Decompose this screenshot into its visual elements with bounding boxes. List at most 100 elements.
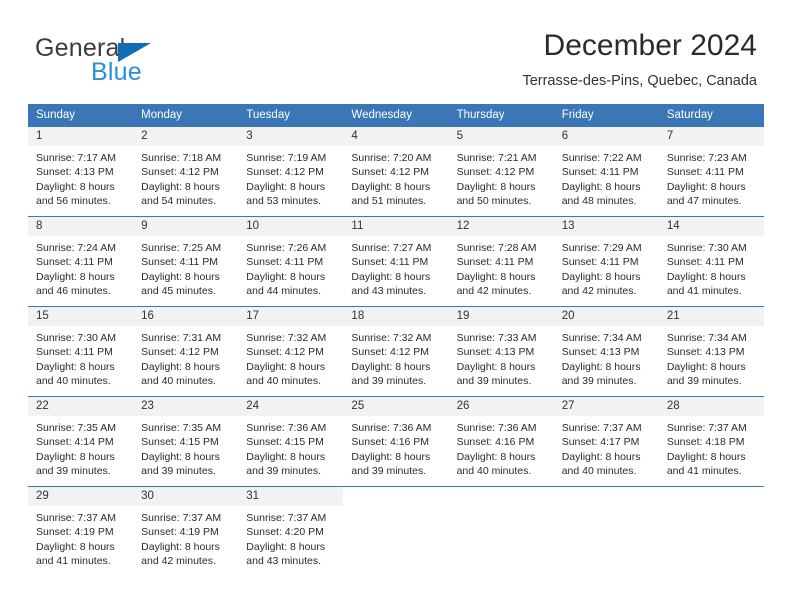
day-cell[interactable]: 27 Sunrise: 7:37 AM Sunset: 4:17 PM Dayl… — [553, 395, 659, 486]
daylight-text-line1: Daylight: 8 hours — [141, 180, 220, 193]
day-cell[interactable]: 2 Sunrise: 7:18 AM Sunset: 4:12 PM Dayli… — [133, 125, 239, 216]
day-cell[interactable]: 21 Sunrise: 7:34 AM Sunset: 4:13 PM Dayl… — [658, 305, 764, 396]
day-cell[interactable]: 8 Sunrise: 7:24 AM Sunset: 4:11 PM Dayli… — [28, 215, 134, 306]
daylight-text-line1: Daylight: 8 hours — [141, 270, 220, 283]
day-details: Sunrise: 7:25 AM Sunset: 4:11 PM Dayligh… — [133, 236, 238, 299]
general-blue-logo[interactable]: General Blue — [35, 34, 245, 90]
sunrise-text: Sunrise: 7:37 AM — [141, 511, 222, 524]
day-cell-empty — [448, 485, 554, 576]
sunrise-text: Sunrise: 7:22 AM — [561, 151, 642, 164]
sunset-text: Sunset: 4:19 PM — [141, 526, 219, 538]
sunrise-text: Sunrise: 7:24 AM — [36, 241, 116, 254]
day-cell[interactable]: 12 Sunrise: 7:28 AM Sunset: 4:11 PM Dayl… — [448, 215, 554, 306]
sunset-text: Sunset: 4:16 PM — [456, 436, 535, 448]
day-number: 21 — [658, 306, 764, 326]
sunset-text: Sunset: 4:12 PM — [141, 346, 219, 358]
daylight-text-line1: Daylight: 8 hours — [456, 180, 536, 193]
masthead: General Blue December 2024 Terrasse-des-… — [0, 0, 792, 100]
sunrise-text: Sunrise: 7:30 AM — [36, 331, 116, 344]
day-cell[interactable]: 31 Sunrise: 7:37 AM Sunset: 4:20 PM Dayl… — [238, 485, 344, 576]
sunrise-text: Sunrise: 7:35 AM — [36, 421, 116, 434]
day-details: Sunrise: 7:19 AM Sunset: 4:12 PM Dayligh… — [238, 146, 343, 209]
day-cell[interactable]: 19 Sunrise: 7:33 AM Sunset: 4:13 PM Dayl… — [448, 305, 554, 396]
sunset-text: Sunset: 4:15 PM — [141, 436, 219, 448]
day-cell[interactable]: 17 Sunrise: 7:32 AM Sunset: 4:12 PM Dayl… — [238, 305, 344, 396]
day-number: 20 — [553, 306, 659, 326]
day-cell[interactable]: 5 Sunrise: 7:21 AM Sunset: 4:12 PM Dayli… — [448, 125, 554, 216]
day-cell[interactable]: 14 Sunrise: 7:30 AM Sunset: 4:11 PM Dayl… — [658, 215, 764, 306]
day-number: 25 — [343, 396, 449, 416]
day-number: 15 — [28, 306, 134, 326]
day-cell[interactable]: 1 Sunrise: 7:17 AM Sunset: 4:13 PM Dayli… — [28, 125, 134, 216]
day-cell[interactable]: 26 Sunrise: 7:36 AM Sunset: 4:16 PM Dayl… — [448, 395, 554, 486]
daylight-text-line2: and 42 minutes. — [141, 555, 216, 567]
day-number — [448, 486, 554, 506]
day-cell[interactable]: 29 Sunrise: 7:37 AM Sunset: 4:19 PM Dayl… — [28, 485, 134, 576]
day-number — [658, 486, 764, 506]
day-details: Sunrise: 7:34 AM Sunset: 4:13 PM Dayligh… — [554, 326, 659, 389]
day-cell[interactable]: 6 Sunrise: 7:22 AM Sunset: 4:11 PM Dayli… — [553, 125, 659, 216]
sunrise-text: Sunrise: 7:23 AM — [666, 151, 747, 164]
day-cell[interactable]: 28 Sunrise: 7:37 AM Sunset: 4:18 PM Dayl… — [658, 395, 764, 486]
day-number: 6 — [553, 126, 659, 146]
weekday-header-friday: Friday — [553, 104, 659, 126]
sunset-text: Sunset: 4:20 PM — [246, 526, 324, 538]
day-cell[interactable]: 11 Sunrise: 7:27 AM Sunset: 4:11 PM Dayl… — [343, 215, 449, 306]
daylight-text-line2: and 39 minutes. — [456, 375, 532, 387]
day-cell[interactable]: 7 Sunrise: 7:23 AM Sunset: 4:11 PM Dayli… — [658, 125, 764, 216]
daylight-text-line1: Daylight: 8 hours — [666, 270, 746, 283]
day-number: 23 — [133, 396, 239, 416]
sunrise-text: Sunrise: 7:20 AM — [351, 151, 432, 164]
day-cell[interactable]: 25 Sunrise: 7:36 AM Sunset: 4:16 PM Dayl… — [343, 395, 449, 486]
daylight-text-line1: Daylight: 8 hours — [666, 450, 746, 463]
day-number: 31 — [238, 486, 344, 506]
daylight-text-line2: and 39 minutes. — [246, 465, 321, 477]
day-cell[interactable]: 10 Sunrise: 7:26 AM Sunset: 4:11 PM Dayl… — [238, 215, 344, 306]
day-cell[interactable]: 4 Sunrise: 7:20 AM Sunset: 4:12 PM Dayli… — [343, 125, 449, 216]
sunrise-text: Sunrise: 7:37 AM — [666, 421, 747, 434]
day-number: 7 — [658, 126, 764, 146]
daylight-text-line1: Daylight: 8 hours — [246, 360, 326, 373]
daylight-text-line2: and 39 minutes. — [351, 465, 427, 477]
day-number: 2 — [133, 126, 239, 146]
daylight-text-line2: and 41 minutes. — [36, 555, 111, 567]
day-cell[interactable]: 9 Sunrise: 7:25 AM Sunset: 4:11 PM Dayli… — [133, 215, 239, 306]
daylight-text-line2: and 48 minutes. — [561, 195, 637, 207]
daylight-text-line2: and 39 minutes. — [351, 375, 427, 387]
daylight-text-line1: Daylight: 8 hours — [246, 270, 326, 283]
day-cell[interactable]: 16 Sunrise: 7:31 AM Sunset: 4:12 PM Dayl… — [133, 305, 239, 396]
day-cell[interactable]: 23 Sunrise: 7:35 AM Sunset: 4:15 PM Dayl… — [133, 395, 239, 486]
day-number: 5 — [448, 126, 554, 146]
day-details: Sunrise: 7:37 AM Sunset: 4:19 PM Dayligh… — [133, 506, 238, 569]
day-number: 18 — [343, 306, 449, 326]
daylight-text-line1: Daylight: 8 hours — [561, 270, 641, 283]
day-cell[interactable]: 15 Sunrise: 7:30 AM Sunset: 4:11 PM Dayl… — [28, 305, 134, 396]
day-cell[interactable]: 24 Sunrise: 7:36 AM Sunset: 4:15 PM Dayl… — [238, 395, 344, 486]
day-cell[interactable]: 20 Sunrise: 7:34 AM Sunset: 4:13 PM Dayl… — [553, 305, 659, 396]
daylight-text-line2: and 40 minutes. — [141, 375, 216, 387]
calendar-page: General Blue December 2024 Terrasse-des-… — [0, 0, 792, 612]
daylight-text-line2: and 50 minutes. — [456, 195, 532, 207]
sunrise-text: Sunrise: 7:36 AM — [351, 421, 432, 434]
daylight-text-line2: and 39 minutes. — [666, 375, 742, 387]
day-cell[interactable]: 22 Sunrise: 7:35 AM Sunset: 4:14 PM Dayl… — [28, 395, 134, 486]
day-number: 22 — [28, 396, 134, 416]
sunrise-text: Sunrise: 7:32 AM — [246, 331, 327, 344]
day-cell[interactable]: 18 Sunrise: 7:32 AM Sunset: 4:12 PM Dayl… — [343, 305, 449, 396]
sunset-text: Sunset: 4:11 PM — [666, 256, 744, 268]
daylight-text-line1: Daylight: 8 hours — [246, 180, 326, 193]
daylight-text-line1: Daylight: 8 hours — [36, 180, 115, 193]
day-number: 16 — [133, 306, 239, 326]
day-details: Sunrise: 7:28 AM Sunset: 4:11 PM Dayligh… — [449, 236, 554, 299]
daylight-text-line1: Daylight: 8 hours — [456, 270, 536, 283]
day-details: Sunrise: 7:27 AM Sunset: 4:11 PM Dayligh… — [343, 236, 448, 299]
daylight-text-line2: and 40 minutes. — [36, 375, 111, 387]
sunset-text: Sunset: 4:11 PM — [561, 166, 639, 178]
day-details: Sunrise: 7:36 AM Sunset: 4:16 PM Dayligh… — [449, 416, 554, 479]
daylight-text-line1: Daylight: 8 hours — [141, 540, 220, 553]
day-cell[interactable]: 13 Sunrise: 7:29 AM Sunset: 4:11 PM Dayl… — [553, 215, 659, 306]
daylight-text-line1: Daylight: 8 hours — [351, 360, 431, 373]
day-details: Sunrise: 7:34 AM Sunset: 4:13 PM Dayligh… — [659, 326, 764, 389]
day-cell[interactable]: 3 Sunrise: 7:19 AM Sunset: 4:12 PM Dayli… — [238, 125, 344, 216]
day-cell[interactable]: 30 Sunrise: 7:37 AM Sunset: 4:19 PM Dayl… — [133, 485, 239, 576]
